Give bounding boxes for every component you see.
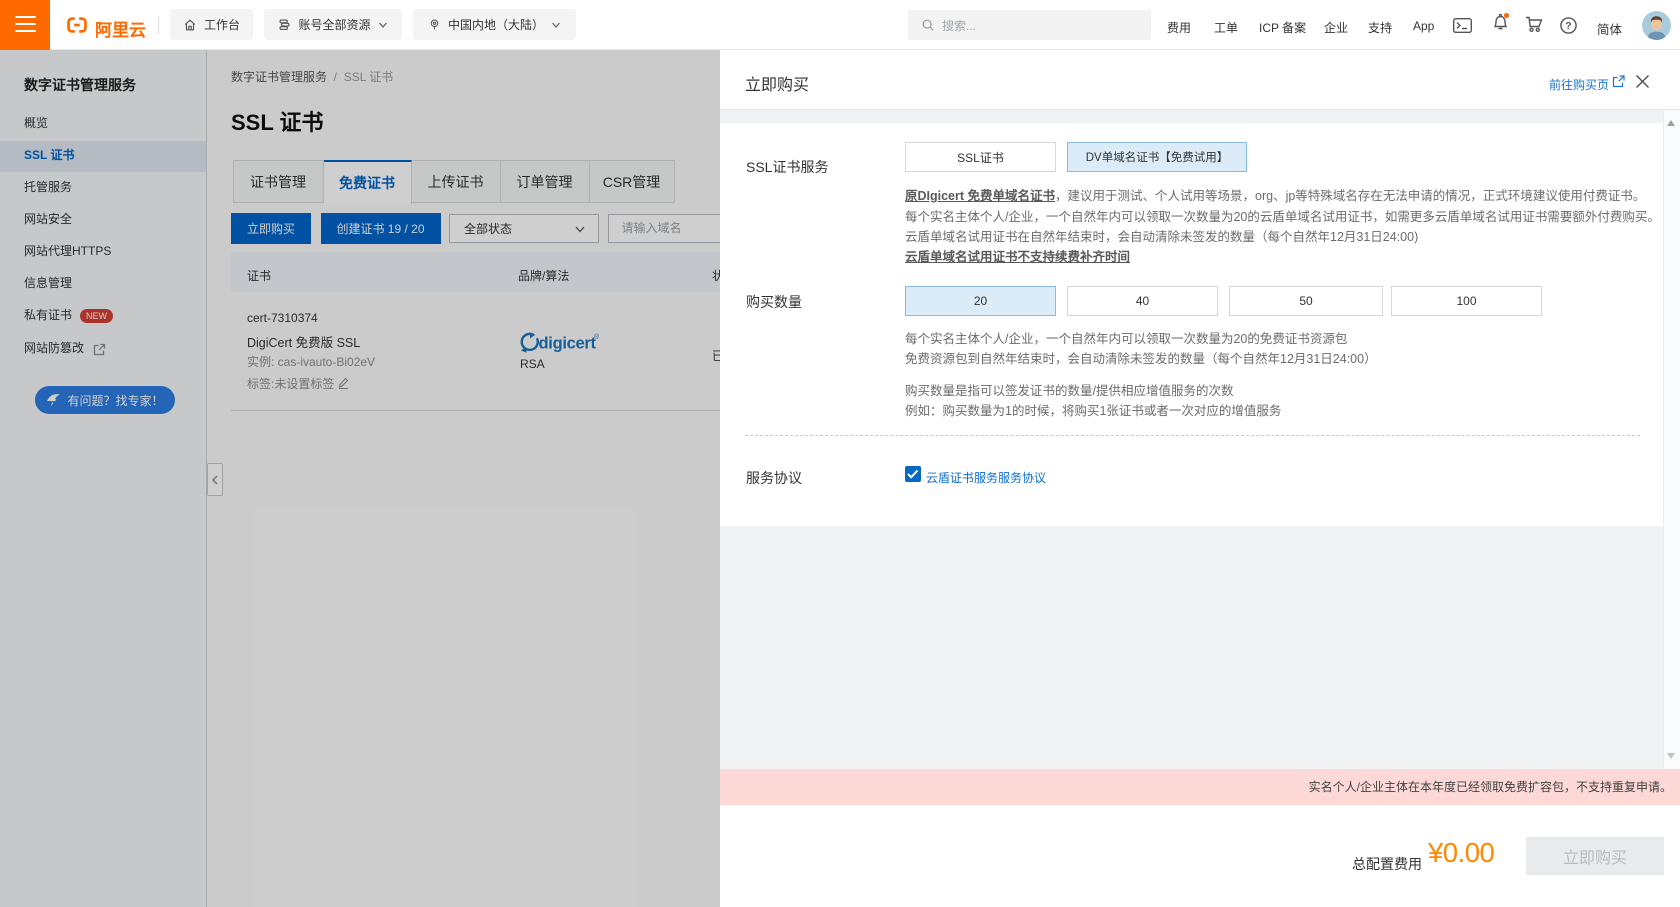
svg-text:?: ?: [1565, 20, 1571, 32]
